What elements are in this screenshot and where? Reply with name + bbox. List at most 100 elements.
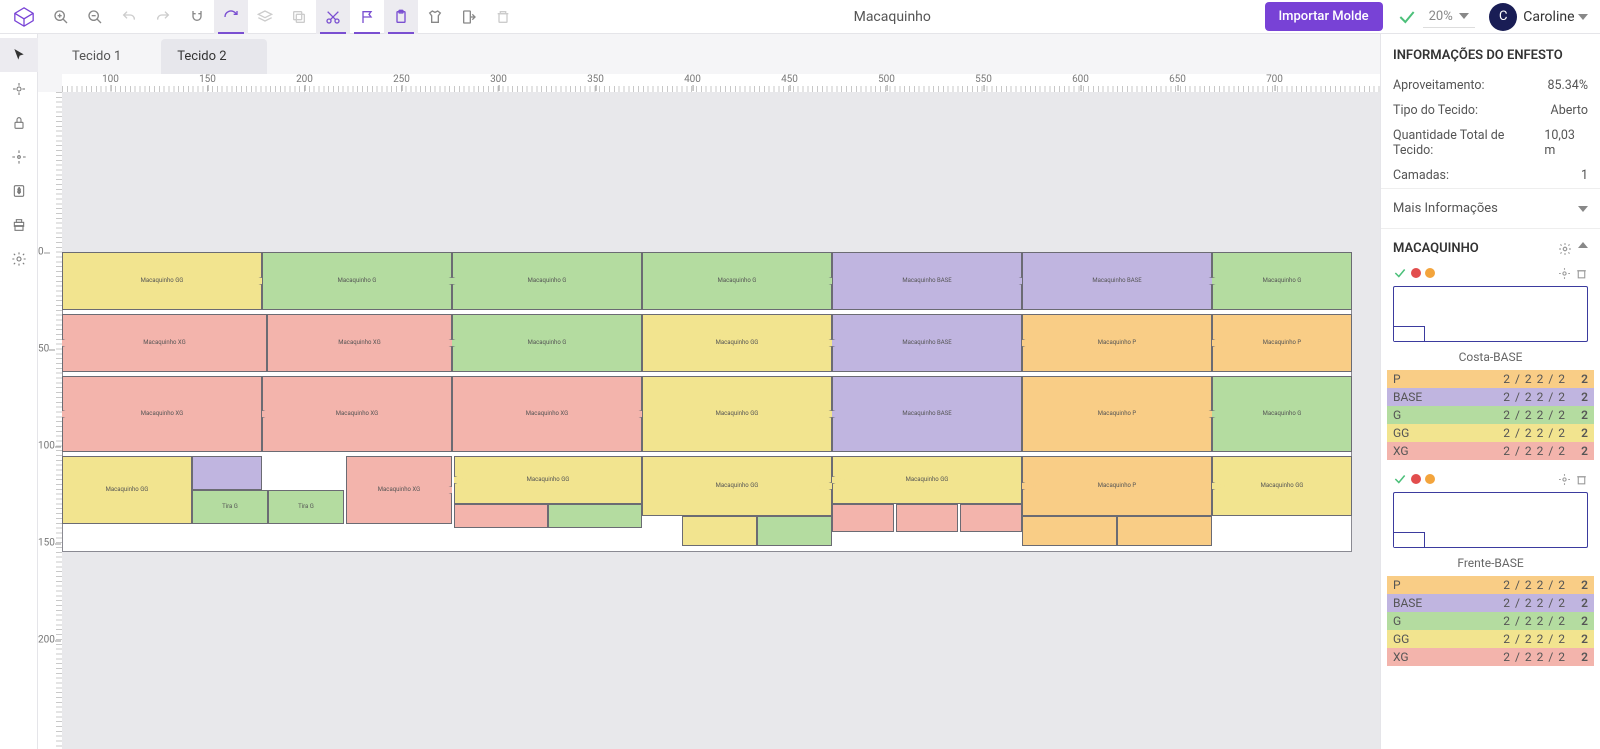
pattern-piece[interactable]	[832, 504, 894, 532]
clipboard-icon[interactable]	[384, 0, 418, 34]
piece-trash-icon[interactable]	[1575, 267, 1588, 280]
ruler-h-tick: 450	[781, 74, 798, 85]
pattern-piece[interactable]: Macaquinho GG	[832, 456, 1022, 504]
size-row[interactable]: BASE2 / 2 2 / 22	[1387, 594, 1594, 612]
check-icon[interactable]	[1397, 7, 1417, 27]
size-row[interactable]: BASE2 / 2 2 / 22	[1387, 388, 1594, 406]
pattern-piece[interactable]: Macaquinho G	[1212, 376, 1352, 452]
pattern-piece[interactable]	[192, 456, 262, 490]
pattern-piece[interactable]: Macaquinho G	[1212, 252, 1352, 310]
user-menu[interactable]: C Caroline	[1489, 3, 1588, 31]
pattern-piece[interactable]	[454, 504, 548, 528]
piece-size-table: P2 / 2 2 / 22BASE2 / 2 2 / 22G2 / 2 2 / …	[1387, 576, 1594, 666]
piece-name: Frente-BASE	[1381, 554, 1600, 576]
trash-icon[interactable]	[486, 0, 520, 34]
stage[interactable]: Macaquinho GGMacaquinho GMacaquinho GMac…	[62, 92, 1380, 749]
tool-print-icon[interactable]	[0, 208, 38, 242]
pattern-piece[interactable]	[896, 504, 958, 532]
size-row[interactable]: P2 / 2 2 / 22	[1387, 370, 1594, 388]
zoom-select[interactable]: 20%	[1423, 6, 1476, 28]
pattern-piece[interactable]	[682, 516, 757, 546]
tool-settings-icon[interactable]	[0, 242, 38, 276]
tool-rotate-icon[interactable]	[0, 72, 38, 106]
rp-more-info[interactable]: Mais Informações	[1381, 188, 1600, 229]
pattern-piece[interactable]: Macaquinho GG	[62, 252, 262, 310]
pattern-piece[interactable]: Macaquinho XG	[452, 376, 642, 452]
tab-tecido-1[interactable]: Tecido 1	[56, 39, 161, 74]
piece-dot-red[interactable]	[1411, 474, 1421, 484]
tool-anchor-icon[interactable]	[0, 140, 38, 174]
pattern-piece[interactable]: Macaquinho BASE	[832, 314, 1022, 372]
shirt-icon[interactable]	[418, 0, 452, 34]
tab-tecido-2[interactable]: Tecido 2	[161, 39, 266, 74]
collapse-icon[interactable]	[1578, 242, 1588, 248]
copy-icon[interactable]	[282, 0, 316, 34]
pattern-piece[interactable]: Tira G	[268, 490, 344, 524]
pattern-piece[interactable]: Macaquinho G	[642, 252, 832, 310]
tool-lock-icon[interactable]	[0, 106, 38, 140]
piece-check-icon[interactable]	[1393, 472, 1407, 486]
size-row[interactable]: XG2 / 2 2 / 22	[1387, 648, 1594, 666]
piece-check-icon[interactable]	[1393, 266, 1407, 280]
piece-thumbnail[interactable]	[1393, 492, 1588, 548]
pattern-piece[interactable]	[1117, 516, 1212, 546]
layers-icon[interactable]	[248, 0, 282, 34]
piece-trash-icon[interactable]	[1575, 473, 1588, 486]
piece-gear-icon[interactable]	[1558, 267, 1571, 280]
size-row[interactable]: XG2 / 2 2 / 22	[1387, 442, 1594, 460]
refresh-icon[interactable]	[214, 0, 248, 34]
zoom-in-icon[interactable]	[44, 0, 78, 34]
rp-project-header[interactable]: MACAQUINHO	[1381, 229, 1600, 264]
zoom-out-icon[interactable]	[78, 0, 112, 34]
pattern-piece[interactable]: Macaquinho P	[1212, 314, 1352, 372]
pattern-piece[interactable]: Macaquinho GG	[642, 314, 832, 372]
pattern-piece[interactable]: Macaquinho XG	[346, 456, 452, 524]
size-row[interactable]: G2 / 2 2 / 22	[1387, 406, 1594, 424]
pattern-piece[interactable]: Macaquinho XG	[262, 376, 452, 452]
pattern-piece[interactable]: Macaquinho P	[1022, 314, 1212, 372]
pattern-piece[interactable]: Macaquinho G	[262, 252, 452, 310]
pattern-piece[interactable]: Macaquinho G	[452, 314, 642, 372]
pattern-piece[interactable]: Macaquinho XG	[62, 376, 262, 452]
piece-dot-orange[interactable]	[1425, 474, 1435, 484]
pattern-piece[interactable]: Macaquinho P	[1022, 456, 1212, 516]
piece-thumbnail[interactable]	[1393, 286, 1588, 342]
size-row[interactable]: G2 / 2 2 / 22	[1387, 612, 1594, 630]
exit-icon[interactable]	[452, 0, 486, 34]
redo-icon[interactable]	[146, 0, 180, 34]
ruler-horizontal: 100150200250300350400450500550600650700	[62, 74, 1380, 92]
piece-gear-icon[interactable]	[1558, 473, 1571, 486]
pattern-piece[interactable]: Macaquinho GG	[62, 456, 192, 524]
pattern-piece[interactable]: Macaquinho BASE	[832, 252, 1022, 310]
cut-icon[interactable]	[316, 0, 350, 34]
pattern-piece[interactable]: Tira G	[192, 490, 268, 524]
pattern-piece[interactable]	[960, 504, 1022, 532]
canvas[interactable]: 100150200250300350400450500550600650700 …	[38, 74, 1380, 749]
tool-select-icon[interactable]	[0, 38, 38, 72]
pattern-piece[interactable]: Macaquinho GG	[642, 456, 832, 516]
size-row[interactable]: P2 / 2 2 / 22	[1387, 576, 1594, 594]
tool-price-icon[interactable]: $	[0, 174, 38, 208]
flag-icon[interactable]	[350, 0, 384, 34]
pattern-piece[interactable]: Macaquinho G	[452, 252, 642, 310]
size-row[interactable]: GG2 / 2 2 / 22	[1387, 424, 1594, 442]
piece-dot-red[interactable]	[1411, 268, 1421, 278]
pattern-piece[interactable]: Macaquinho XG	[267, 314, 452, 372]
pattern-piece[interactable]: Macaquinho BASE	[832, 376, 1022, 452]
pattern-piece[interactable]	[548, 504, 642, 528]
pattern-piece[interactable]: Macaquinho GG	[642, 376, 832, 452]
size-row[interactable]: GG2 / 2 2 / 22	[1387, 630, 1594, 648]
rp-info-row: Tipo do Tecido:Aberto	[1381, 98, 1600, 123]
magnet-icon[interactable]	[180, 0, 214, 34]
pattern-piece[interactable]	[1022, 516, 1117, 546]
pattern-piece[interactable]: Macaquinho BASE	[1022, 252, 1212, 310]
piece-dot-orange[interactable]	[1425, 268, 1435, 278]
import-mold-button[interactable]: Importar Molde	[1265, 2, 1383, 31]
pattern-piece[interactable]	[757, 516, 832, 546]
pattern-piece[interactable]: Macaquinho XG	[62, 314, 267, 372]
pattern-piece[interactable]: Macaquinho GG	[1212, 456, 1352, 516]
pattern-piece[interactable]: Macaquinho GG	[454, 456, 642, 504]
pattern-piece[interactable]: Macaquinho P	[1022, 376, 1212, 452]
gear-icon[interactable]	[1558, 242, 1572, 256]
undo-icon[interactable]	[112, 0, 146, 34]
